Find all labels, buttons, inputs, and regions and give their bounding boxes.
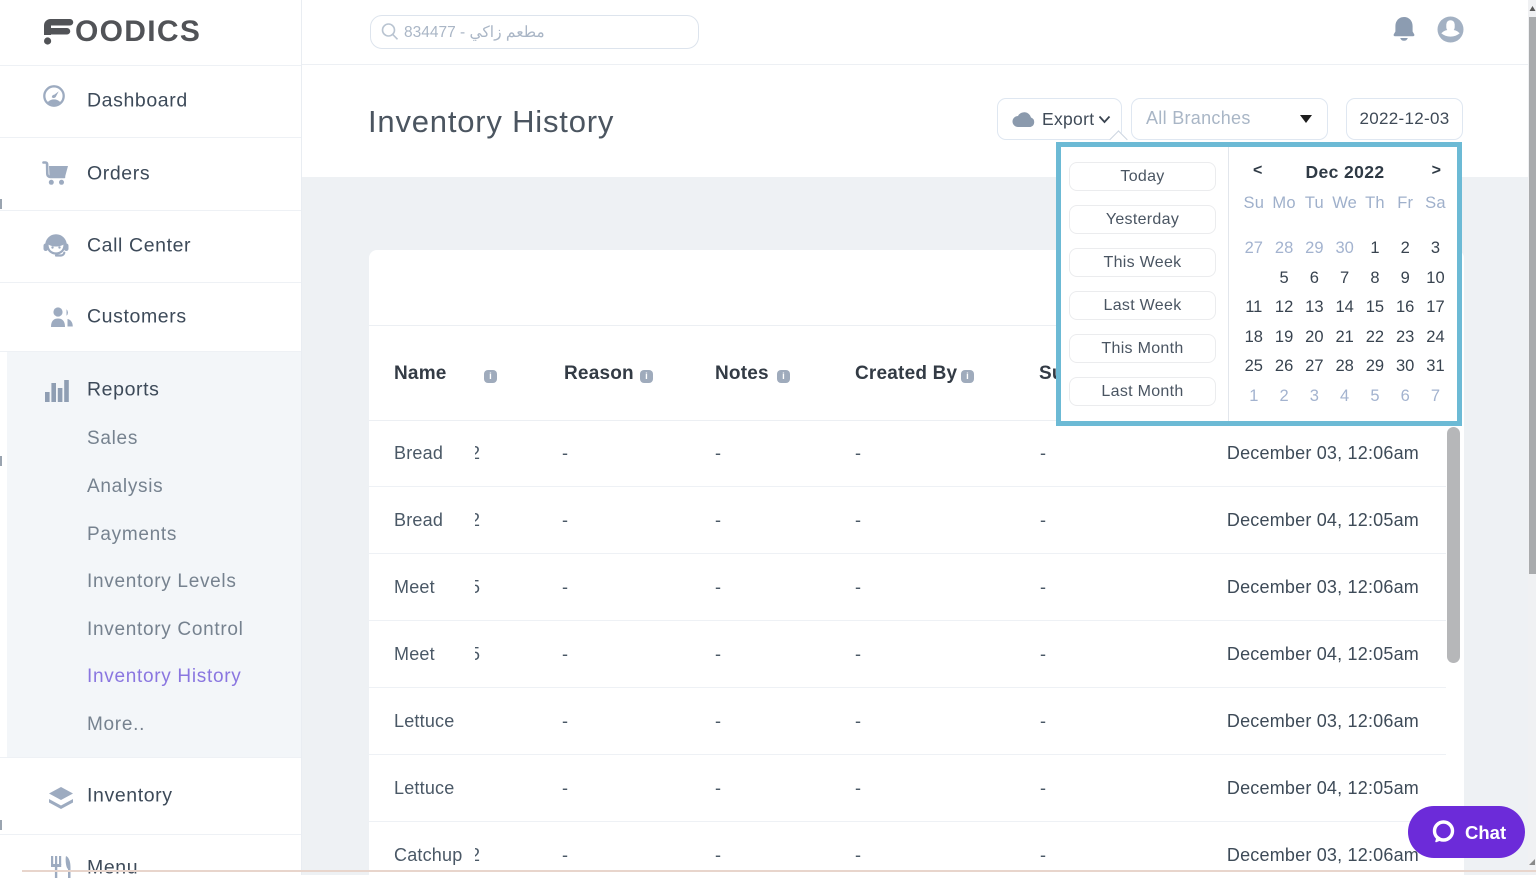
svg-text:OODICS: OODICS [75, 17, 201, 45]
